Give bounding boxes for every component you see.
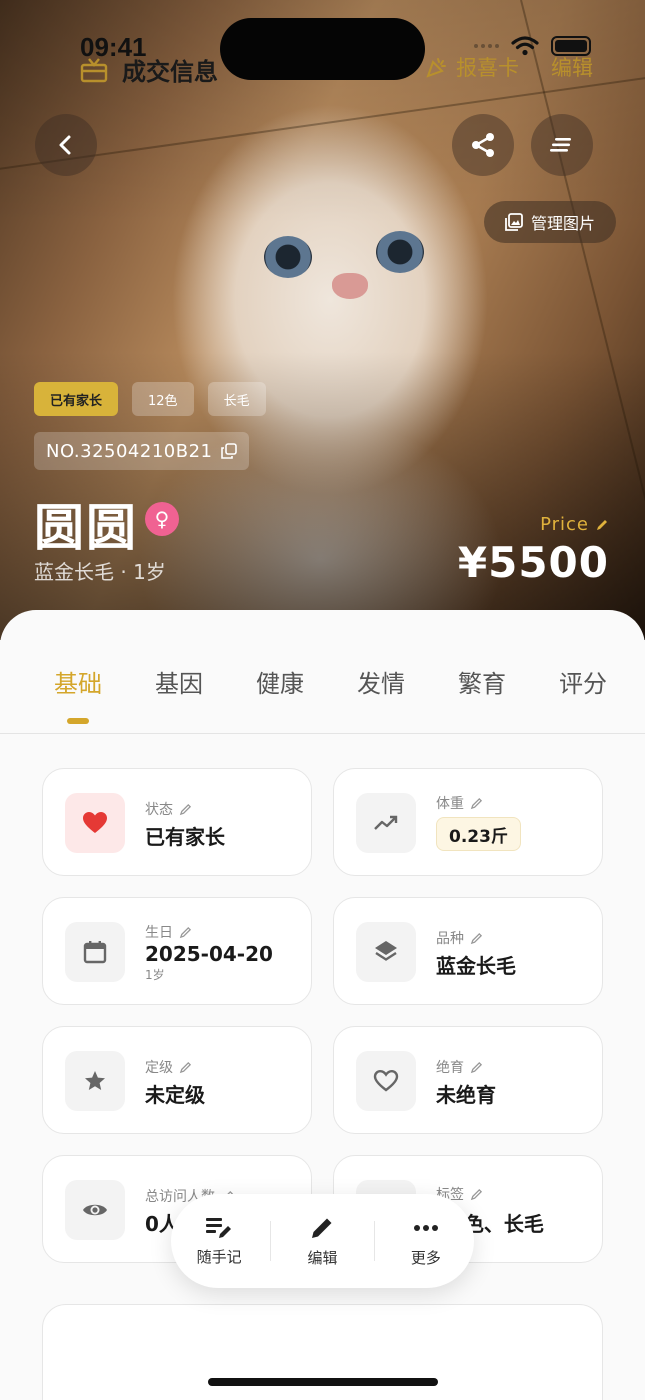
- floating-toolbar: 随手记 编辑 更多: [171, 1194, 474, 1288]
- gallery-icon: [505, 213, 523, 231]
- edit-price-icon[interactable]: [595, 518, 609, 532]
- heart-outline-icon: [356, 1051, 416, 1111]
- tab-basic[interactable]: 基础: [54, 664, 102, 699]
- pencil-icon[interactable]: [470, 1061, 483, 1074]
- weight-card[interactable]: 体重 0.23斤: [333, 768, 603, 876]
- price-value: ¥5500: [457, 538, 609, 587]
- pencil-icon[interactable]: [470, 932, 483, 945]
- active-tab-indicator: [67, 718, 89, 724]
- report-card-label: 报喜卡: [456, 56, 519, 80]
- pet-name: 圆圆: [34, 499, 138, 557]
- star-icon: [65, 1051, 125, 1111]
- weight-label: 体重: [436, 796, 464, 812]
- gift-icon: [80, 57, 108, 82]
- pencil-icon[interactable]: [179, 926, 192, 939]
- celebration-icon: [426, 58, 446, 78]
- grade-card[interactable]: 定级 未定级: [42, 1026, 312, 1134]
- breed-card[interactable]: 品种 蓝金长毛: [333, 897, 603, 1005]
- deal-title: 成交信息: [122, 58, 218, 86]
- copy-icon[interactable]: [220, 443, 237, 459]
- neuter-label: 绝育: [436, 1060, 464, 1076]
- chip-coat: 长毛: [207, 382, 266, 416]
- edit-label: 编辑: [307, 1248, 338, 1267]
- age-value: 1岁: [145, 968, 165, 982]
- manage-images-label: 管理图片: [530, 214, 595, 233]
- price-label-row[interactable]: Price: [540, 514, 609, 535]
- pencil-icon: [312, 1218, 332, 1238]
- pencil-icon[interactable]: [179, 1061, 192, 1074]
- neuter-card[interactable]: 绝育 未绝育: [333, 1026, 603, 1134]
- breed-value: 蓝金长毛: [436, 954, 516, 978]
- tab-bar: 基础 基因 健康 发情 繁育 评分: [0, 650, 645, 734]
- cellular-icon: [474, 44, 499, 48]
- eye-icon: [65, 1180, 125, 1240]
- birthday-label: 生日: [145, 925, 173, 941]
- grade-label: 定级: [145, 1060, 173, 1076]
- chip-color: 12色: [132, 382, 194, 416]
- tag-chips: 已有家长 12色 长毛: [34, 382, 266, 416]
- tab-heat[interactable]: 发情: [357, 664, 405, 699]
- tab-health[interactable]: 健康: [256, 664, 304, 699]
- neuter-value: 未绝育: [436, 1083, 496, 1107]
- weight-value: 0.23斤: [436, 817, 521, 851]
- pencil-icon[interactable]: [470, 797, 483, 810]
- home-indicator: [208, 1378, 438, 1386]
- chip-owner-status: 已有家长: [34, 382, 119, 416]
- more-label: 更多: [410, 1248, 441, 1267]
- trending-up-icon: [356, 793, 416, 853]
- pet-code-chip[interactable]: NO.32504210B21: [34, 432, 249, 470]
- manage-images-button[interactable]: 管理图片: [484, 201, 616, 243]
- tab-score[interactable]: 评分: [559, 664, 607, 699]
- pencil-icon[interactable]: [179, 803, 192, 816]
- female-icon: ♀: [145, 502, 179, 536]
- heart-icon: [65, 793, 125, 853]
- quick-note-label: 随手记: [196, 1247, 242, 1266]
- note-edit-icon: [206, 1217, 232, 1238]
- deal-title-row: 成交信息: [80, 52, 218, 87]
- calendar-icon: [65, 922, 125, 982]
- breed-age: 蓝金长毛 · 1岁: [34, 560, 166, 584]
- quick-note-button[interactable]: 随手记: [174, 1216, 264, 1267]
- edit-button[interactable]: 编辑: [277, 1215, 367, 1268]
- more-dots-icon: [413, 1224, 438, 1231]
- share-button[interactable]: [452, 114, 514, 176]
- menu-button[interactable]: [531, 114, 593, 176]
- more-button[interactable]: 更多: [381, 1215, 471, 1268]
- menu-lines-icon: [550, 138, 571, 152]
- price-label: Price: [540, 514, 589, 535]
- layers-icon: [356, 922, 416, 982]
- tab-breeding[interactable]: 繁育: [458, 664, 506, 699]
- birthday-value: 2025-04-20: [145, 942, 273, 966]
- status-card[interactable]: 状态 已有家长: [42, 768, 312, 876]
- birthday-card[interactable]: 生日 2025-04-20 1岁: [42, 897, 312, 1005]
- share-icon: [472, 133, 494, 157]
- back-button[interactable]: [35, 114, 97, 176]
- chevron-left-icon: [59, 135, 71, 155]
- breed-label: 品种: [436, 931, 464, 947]
- grade-value: 未定级: [145, 1083, 205, 1107]
- dynamic-island: [220, 18, 425, 80]
- deal-edit-button[interactable]: 编辑: [551, 52, 593, 82]
- pet-code: NO.32504210B21: [46, 440, 213, 462]
- pencil-icon[interactable]: [470, 1188, 483, 1201]
- status-label: 状态: [145, 802, 173, 818]
- deal-actions: 报喜卡 编辑: [426, 52, 593, 82]
- report-card-button[interactable]: 报喜卡: [426, 52, 519, 82]
- tab-genetics[interactable]: 基因: [155, 664, 203, 699]
- status-value: 已有家长: [145, 825, 225, 849]
